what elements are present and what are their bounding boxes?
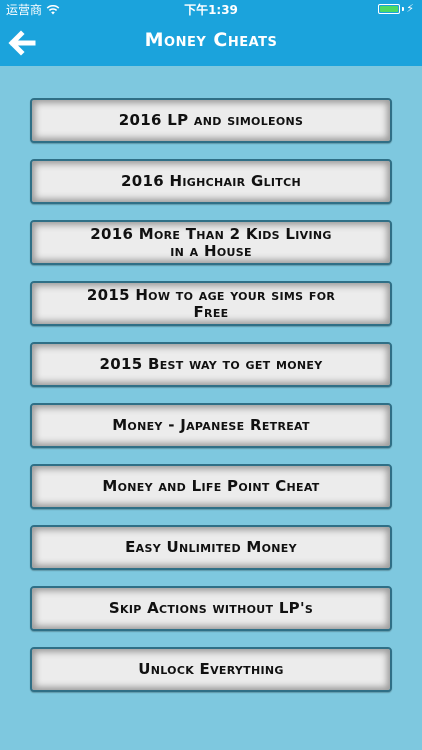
cheat-item-money-life-point[interactable]: Money and Life Point Cheat [30,464,392,509]
status-time: 下午1:39 [184,3,238,17]
cheat-item-unlock-everything[interactable]: Unlock Everything [30,647,392,692]
cheat-item-label: Easy Unlimited Money [125,538,297,556]
battery-icon [378,4,401,14]
charging-icon: ⚡ [406,2,414,15]
cheat-list: 2016 LP and simoleons 2016 Highchair Gli… [30,98,392,708]
cheat-item-skip-actions[interactable]: Skip Actions without LP's [30,586,392,631]
cheat-item-label: Unlock Everything [138,660,284,678]
battery-tip [402,7,405,11]
cheat-item-easy-unlimited-money[interactable]: Easy Unlimited Money [30,525,392,570]
cheat-item-label: 2016 LP and simoleons [118,111,304,129]
cheat-item-japanese-retreat[interactable]: Money - Japanese Retreat [30,403,392,448]
cheat-item-more-than-2-kids[interactable]: 2016 More Than 2 Kids Living in a House [30,220,392,265]
cheat-item-label: 2016 More Than 2 Kids Living in a House [90,224,332,260]
cheat-item-age-sims-free[interactable]: 2015 How to age your sims for Free [30,281,392,326]
cheat-item-highchair-glitch[interactable]: 2016 Highchair Glitch [30,159,392,204]
battery-fill [380,6,399,12]
header: 运营商 下午1:39 ⚡ Money Cheats [0,0,422,66]
page-title: Money Cheats [144,29,278,51]
cheat-item-best-way-money[interactable]: 2015 Best way to get money [30,342,392,387]
cheat-item-label: Money - Japanese Retreat [112,416,310,434]
cheat-item-label: 2015 Best way to get money [99,355,323,373]
nav-bar: Money Cheats [0,20,422,66]
cheat-item-label: Skip Actions without LP's [108,599,314,617]
cheat-item-label: 2016 Highchair Glitch [121,172,301,190]
cheat-item-label: Money and Life Point Cheat [102,477,320,495]
battery-group: ⚡ [378,2,414,15]
status-bar: 运营商 下午1:39 ⚡ [0,0,422,20]
cheat-item-label: 2015 How to age your sims for Free [86,285,336,321]
cheat-item-lp-simoleons[interactable]: 2016 LP and simoleons [30,98,392,143]
